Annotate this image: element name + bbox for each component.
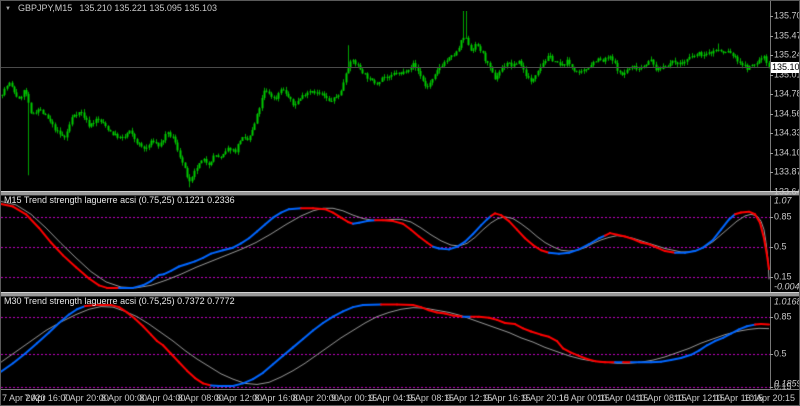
indicator-axis-label: 0.85 [774,211,792,222]
indicator-axis-label: 1.07 [774,195,792,206]
price-axis-tick [770,36,773,37]
indicator-label-m15: M15 Trend strength laguerre acsi (0.75,2… [4,195,235,205]
price-axis-tick [770,16,773,17]
indicator-axis-label: 0.1859 [774,378,800,389]
price-axis-label: 135.245 [774,49,799,60]
candlestick-chart-canvas[interactable] [1,11,770,192]
price-axis-label: 134.105 [774,147,799,158]
price-axis-label: 135.700 [774,10,799,21]
indicator-axis-label: 0.5 [774,241,787,252]
indicator-axis-label: -0.0045 [774,281,800,292]
price-axis-tick [770,192,773,193]
price-axis-tick [770,75,773,76]
price-axis-tick [770,133,773,134]
current-price-line [1,67,770,68]
indicator-axis-tick [770,277,773,278]
indicator-axis-tick [770,317,773,318]
price-axis-tick [770,114,773,115]
indicator-axis-tick [770,387,773,388]
indicator-axis-label: 0.15 [774,271,792,282]
time-axis-border [1,389,799,390]
price-axis-tick [770,55,773,56]
indicator-panel-1-canvas[interactable] [1,196,770,292]
indicator-label-m30: M30 Trend strength laguerre acsi (0.75,2… [4,296,235,306]
price-axis-label: 135.470 [774,30,799,41]
price-axis-tick [770,172,773,173]
indicator-axis-tick [770,217,773,218]
indicator-axis-label: 0.85 [774,311,792,322]
indicator-axis-label: 1.0168 [774,296,800,307]
price-axis-label: 134.785 [774,88,799,99]
current-price-box: 135.103 [771,62,800,73]
price-axis-label: 134.560 [774,108,799,119]
symbol-dropdown-icon[interactable]: ▼ [5,5,11,12]
indicator-axis-label: 0.5 [774,348,787,359]
chart-window: ▼ GBPJPY,M15 135.210 135.221 135.095 135… [0,0,800,406]
price-axis-label: 133.875 [774,166,799,177]
indicator-panel-2-canvas[interactable] [1,297,770,389]
chart-symbol-timeframe: GBPJPY,M15 [17,3,73,13]
indicator-axis-tick [770,247,773,248]
price-axis-tick [770,153,773,154]
time-axis-label: 10 Apr 20:15 [743,393,795,403]
chart-ohlc-values: 135.210 135.221 135.095 135.103 [79,3,217,13]
chart-title-bar: ▼ GBPJPY,M15 135.210 135.221 135.095 135… [5,3,217,13]
price-axis-tick [770,94,773,95]
indicator-axis-tick [770,354,773,355]
price-axis-label: 134.330 [774,127,799,138]
